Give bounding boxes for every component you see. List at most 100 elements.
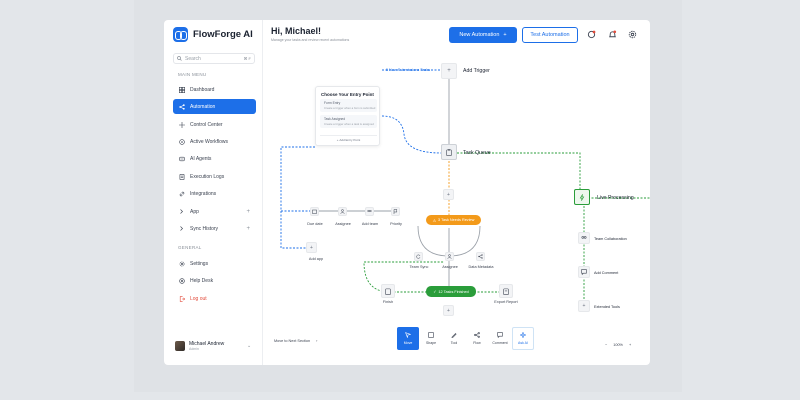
team-sync-node[interactable] <box>414 252 423 261</box>
zoom-in-button[interactable]: + <box>629 343 631 347</box>
sidebar-item-help-desk[interactable]: Help Desk <box>173 273 256 288</box>
plus-icon: + <box>447 307 450 314</box>
app-window: FlowForge AI ⌘ F MAIN MENU Dashboard Aut… <box>164 20 650 365</box>
gear-icon[interactable] <box>627 29 638 40</box>
new-automation-button[interactable]: New Automation + <box>449 27 517 43</box>
report-icon <box>503 288 509 295</box>
check-circle-icon: ✓ <box>433 290 437 294</box>
sync-icon <box>416 254 421 259</box>
review-status-pill[interactable]: ⚠ 3 Task Needs Review <box>426 215 481 225</box>
sidebar-item-label: Control Center <box>190 121 223 128</box>
flow-icon <box>474 332 480 338</box>
bell-icon[interactable] <box>607 29 618 40</box>
sidebar-item-automation[interactable]: Automation <box>173 99 256 114</box>
extended-tools-node[interactable]: + <box>578 300 590 312</box>
review-pill-label: 3 Task Needs Review <box>437 218 475 222</box>
task-queue-label: Task Queue <box>463 150 491 156</box>
sidebar-item-control-center[interactable]: Control Center <box>173 117 256 132</box>
ai-icon <box>520 332 526 338</box>
chevron-updown-icon[interactable]: ⌄ <box>247 343 251 349</box>
add-team-node[interactable] <box>365 207 374 216</box>
warning-icon: ⚠ <box>432 218 436 223</box>
sidebar-item-execution-logs[interactable]: Execution Logs <box>173 169 256 184</box>
search-input[interactable] <box>185 55 235 62</box>
finished-status-pill[interactable]: ✓ 12 Tasks Finished <box>426 286 476 297</box>
due-date-node[interactable] <box>310 207 319 216</box>
calendar-icon <box>312 209 317 214</box>
share-icon <box>178 103 185 110</box>
user-profile[interactable]: Michael Andrew Admin <box>175 341 224 351</box>
sidebar-item-ai-agents[interactable]: AI Agents <box>173 151 256 166</box>
entry-option-title: Task Assigned <box>324 117 346 121</box>
search-box[interactable]: ⌘ F <box>173 53 255 64</box>
task-queue-node[interactable] <box>441 144 457 160</box>
sidebar-item-label: Help Desk <box>190 277 214 284</box>
new-submissions-label: 5 New Submissions Tasks <box>385 68 431 72</box>
move-next-section-button[interactable]: Move to Next Section › <box>274 339 317 343</box>
tool-ask-ai[interactable]: Ask AI <box>512 327 534 350</box>
bottom-bar: Move to Next Section › Move Shape Tool F… <box>264 317 650 365</box>
team-icon <box>367 209 372 213</box>
mid-assignee-node[interactable] <box>445 252 454 261</box>
finish-label: Finish <box>382 300 394 304</box>
add-final-step-node[interactable]: + <box>443 305 454 316</box>
chevron-right-icon: › <box>316 339 318 343</box>
sidebar-item-settings[interactable]: Settings <box>173 256 256 271</box>
sidebar-item-integrations[interactable]: Integrations <box>173 186 256 201</box>
tool-move[interactable]: Move <box>397 327 419 350</box>
export-report-node[interactable] <box>499 284 513 298</box>
finish-node[interactable] <box>381 284 395 298</box>
chevron-right-icon <box>178 208 185 215</box>
tool-label: Ask AI <box>518 341 528 345</box>
live-processing-node[interactable] <box>574 189 590 205</box>
add-entry-point-button[interactable]: + Add Entry Point <box>320 135 377 143</box>
entry-option-form[interactable]: Form Entry Create a trigger when a form … <box>320 99 377 112</box>
add-sync-plus-icon[interactable]: + <box>246 226 250 232</box>
team-collaboration-node[interactable] <box>578 232 590 244</box>
app-name: FlowForge AI <box>193 29 253 40</box>
entry-point-card: Choose Your Entry Point Form Entry Creat… <box>315 86 380 146</box>
add-app-plus-icon[interactable]: + <box>246 209 250 215</box>
sidebar-item-logout[interactable]: Log out <box>173 291 256 306</box>
sidebar-item-label: Active Workflows <box>190 138 228 145</box>
add-step-node[interactable]: + <box>443 189 454 200</box>
sidebar-item-dashboard[interactable]: Dashboard <box>173 82 256 97</box>
assignee-node[interactable] <box>338 207 347 216</box>
logo[interactable]: FlowForge AI <box>173 27 253 42</box>
sidebar: FlowForge AI ⌘ F MAIN MENU Dashboard Aut… <box>164 20 263 365</box>
add-app-node[interactable]: + <box>306 242 317 253</box>
team-sync-label: Team Sync <box>409 265 429 269</box>
test-automation-button[interactable]: Test Automation <box>522 27 578 43</box>
priority-node[interactable] <box>391 207 400 216</box>
tool-shape[interactable]: Shape <box>420 327 442 350</box>
sidebar-item-label: Dashboard <box>190 86 215 93</box>
zoom-out-button[interactable]: − <box>605 343 607 347</box>
data-metadata-node[interactable] <box>476 252 485 261</box>
add-app-label: Add app <box>308 257 324 261</box>
workflow-icon <box>178 138 185 145</box>
add-team-label: Add team <box>361 222 379 226</box>
add-trigger-node[interactable]: + <box>441 63 457 79</box>
tool-flow[interactable]: Flow <box>466 327 488 350</box>
sidebar-item-label: App <box>190 208 199 215</box>
add-trigger-label: Add Trigger <box>463 68 490 74</box>
tool-tool[interactable]: Tool <box>443 327 465 350</box>
canvas-toolbar: Move Shape Tool Flow Comment Ask AI <box>397 327 548 353</box>
entry-option-title: Form Entry <box>324 101 341 105</box>
data-metadata-label: Data Metadata <box>468 265 494 269</box>
lightning-icon <box>579 193 585 201</box>
zoom-level: 100% <box>613 343 623 347</box>
finished-pill-label: 12 Tasks Finished <box>438 289 469 294</box>
sidebar-item-sync-history[interactable]: Sync History + <box>173 221 256 236</box>
tool-comment[interactable]: Comment <box>489 327 511 350</box>
add-comment-node[interactable] <box>578 266 590 278</box>
activity-icon[interactable] <box>586 29 597 40</box>
move-next-label: Move to Next Section <box>274 339 311 343</box>
plus-icon: + <box>447 191 450 198</box>
sidebar-item-app[interactable]: App + <box>173 204 256 219</box>
sidebar-item-active-workflows[interactable]: Active Workflows <box>173 134 256 149</box>
plus-icon: + <box>503 32 507 38</box>
avatar <box>175 341 185 351</box>
user-role: Admin <box>189 347 199 351</box>
entry-option-task[interactable]: Task Assigned Create a trigger when a ta… <box>320 115 377 128</box>
